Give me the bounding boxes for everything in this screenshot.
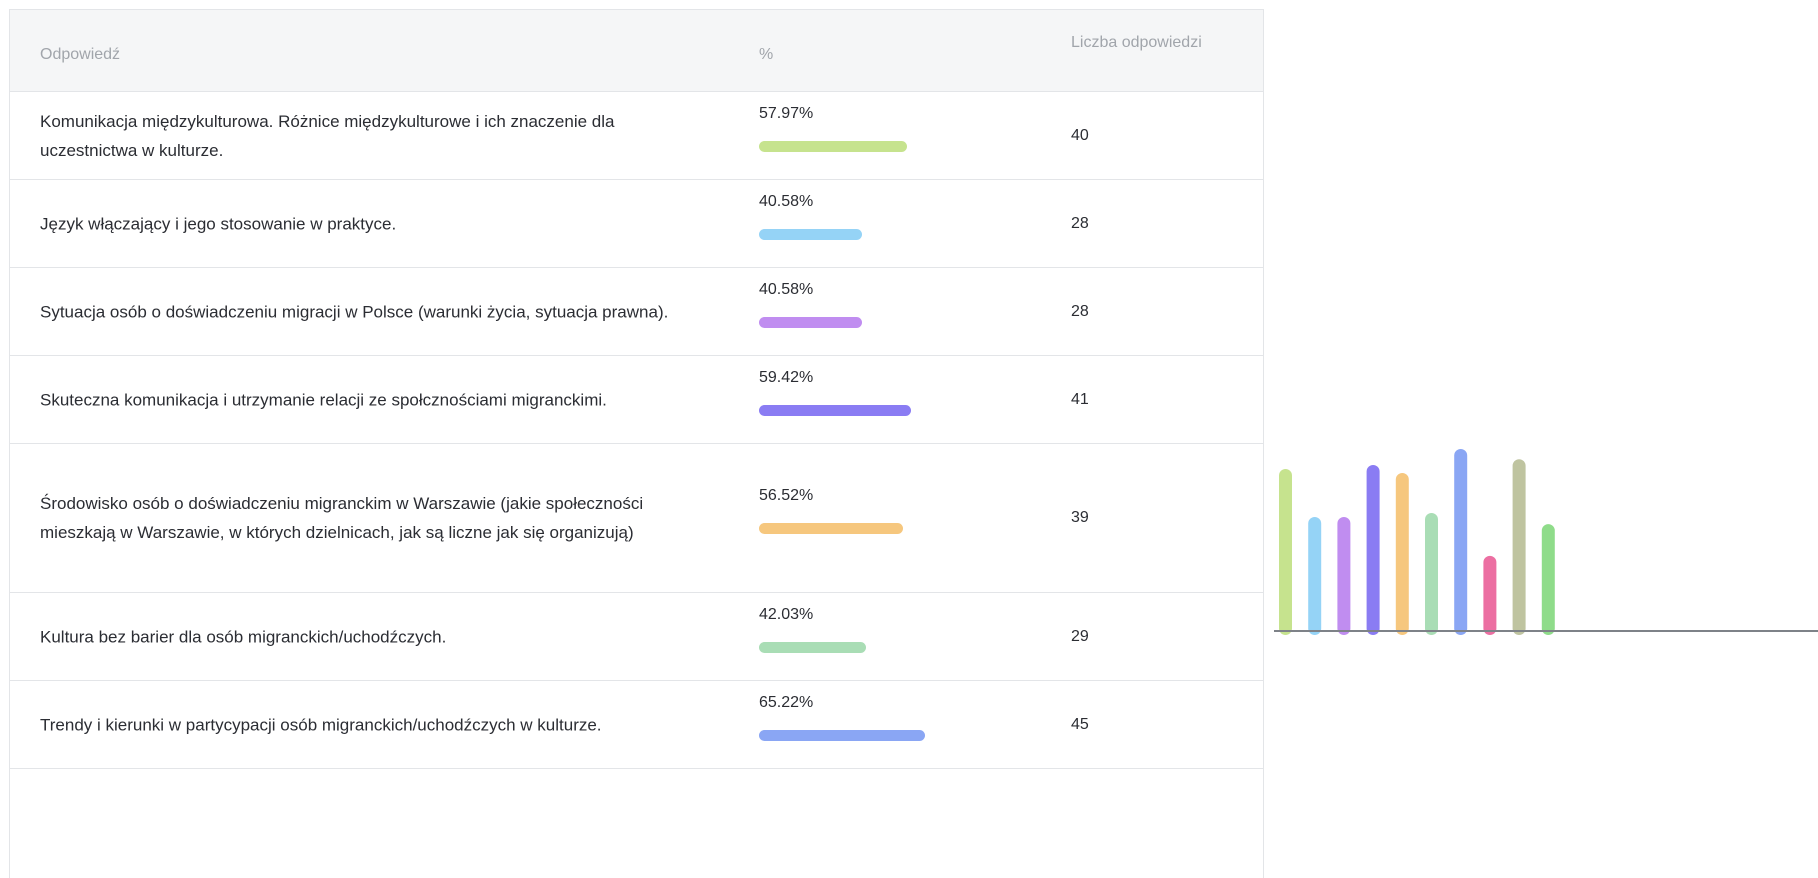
answer-text: Kultura bez barier dla osób migranckich/… <box>40 627 447 646</box>
chart-bar <box>1483 555 1497 635</box>
header-percent: % <box>759 46 774 63</box>
answer-text: Skuteczna komunikacja i utrzymanie relac… <box>40 390 607 409</box>
header-answer: Odpowiedź <box>40 46 121 63</box>
percent-bar <box>759 316 863 328</box>
table-header: Odpowiedź % Liczba odpowiedzi <box>10 10 1263 92</box>
percent-bar <box>759 729 926 741</box>
percent-value: 56.52% <box>759 487 814 504</box>
percent-value: 40.58% <box>759 280 814 298</box>
chart-bar <box>1541 524 1555 635</box>
chart-bar <box>1425 512 1438 635</box>
count-value: 45 <box>1071 715 1089 733</box>
count-value: 41 <box>1071 390 1089 408</box>
table-row: Skuteczna komunikacja i utrzymanie relac… <box>10 356 1263 444</box>
table-row: Środowisko osób o doświadczeniu migranck… <box>10 444 1263 593</box>
percent-bar <box>759 228 863 240</box>
count-value: 40 <box>1071 126 1089 144</box>
results-table: Odpowiedź % Liczba odpowiedzi Komunikacj… <box>9 9 1264 878</box>
table-row: Komunikacja międzykulturowa. Różnice mię… <box>10 92 1263 180</box>
answer-text: Język włączający i jego stosowanie w pra… <box>40 214 397 233</box>
table-row: Trendy i kierunki w partycypacji osób mi… <box>10 681 1263 769</box>
chart-bar <box>1366 465 1380 635</box>
chart-bar <box>1279 469 1292 635</box>
answer-text: Trendy i kierunki w partycypacji osób mi… <box>40 715 602 734</box>
table-row: Kultura bez barier dla osób migranckich/… <box>10 593 1263 681</box>
percent-bar <box>759 523 904 534</box>
chart-bar <box>1454 448 1468 635</box>
percent-value: 59.42% <box>759 368 814 386</box>
percent-bar <box>759 641 867 653</box>
answer-text: Komunikacja międzykulturowa. Różnice mię… <box>40 111 615 160</box>
answer-text: Środowisko osób o doświadczeniu migranck… <box>40 494 644 542</box>
table-row: Sytuacja osób o doświadczeniu migracji w… <box>10 268 1263 356</box>
percent-value: 65.22% <box>759 693 814 711</box>
percent-value: 40.58% <box>759 192 814 210</box>
chart-bar <box>1395 473 1409 635</box>
chart-bar <box>1337 516 1351 635</box>
percent-value: 57.97% <box>759 104 814 122</box>
chart-bar <box>1308 516 1322 635</box>
percent-value: 42.03% <box>759 605 814 623</box>
summary-bar-chart <box>1274 448 1818 635</box>
table-body: Komunikacja międzykulturowa. Różnice mię… <box>10 92 1263 769</box>
chart-bar <box>1512 459 1526 635</box>
percent-bar <box>759 140 907 152</box>
count-value: 39 <box>1071 509 1089 526</box>
answer-text: Sytuacja osób o doświadczeniu migracji w… <box>40 302 669 321</box>
header-count: Liczba odpowiedzi <box>1071 34 1202 51</box>
table-row: Język włączający i jego stosowanie w pra… <box>10 180 1263 268</box>
count-value: 29 <box>1071 627 1089 645</box>
count-value: 28 <box>1071 214 1089 232</box>
count-value: 28 <box>1071 302 1089 320</box>
percent-bar <box>759 404 911 416</box>
